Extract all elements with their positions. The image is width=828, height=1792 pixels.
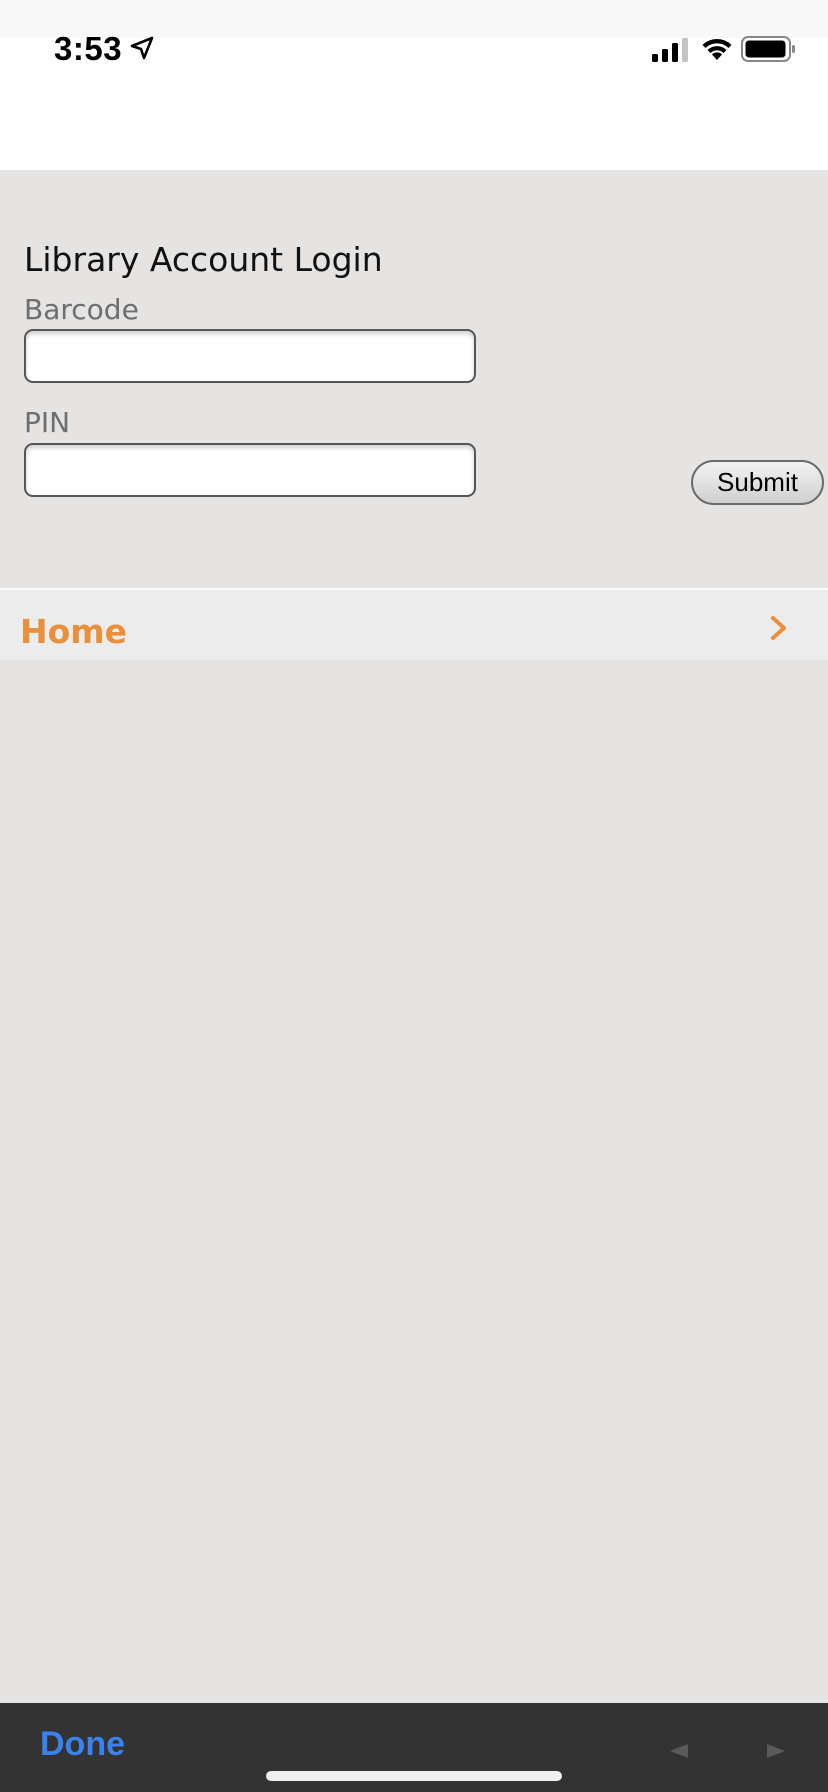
barcode-input[interactable]: [24, 329, 476, 383]
status-bar: 3:53: [0, 0, 828, 170]
status-time: 3:53: [54, 30, 123, 67]
chevron-right-icon: [771, 616, 786, 640]
barcode-label: Barcode: [24, 293, 139, 326]
battery-icon: [741, 36, 795, 62]
home-indicator: [266, 1771, 562, 1781]
location-arrow-icon: [130, 36, 154, 60]
nav-item-home[interactable]: Home: [0, 588, 828, 660]
wifi-icon: [702, 38, 732, 60]
done-button[interactable]: Done: [40, 1725, 125, 1764]
triangle-left-icon[interactable]: [668, 1743, 690, 1759]
cellular-signal-icon: [652, 38, 688, 62]
login-section: Library Account Login Barcode PIN Submit: [0, 170, 828, 588]
pin-input[interactable]: [24, 443, 476, 497]
home-label: Home: [20, 612, 128, 651]
login-title: Library Account Login: [24, 240, 383, 279]
bottom-toolbar: Done: [0, 1703, 828, 1792]
status-strip: [0, 0, 828, 38]
triangle-right-icon[interactable]: [765, 1743, 787, 1759]
submit-button[interactable]: Submit: [691, 460, 824, 505]
pin-label: PIN: [24, 406, 71, 439]
